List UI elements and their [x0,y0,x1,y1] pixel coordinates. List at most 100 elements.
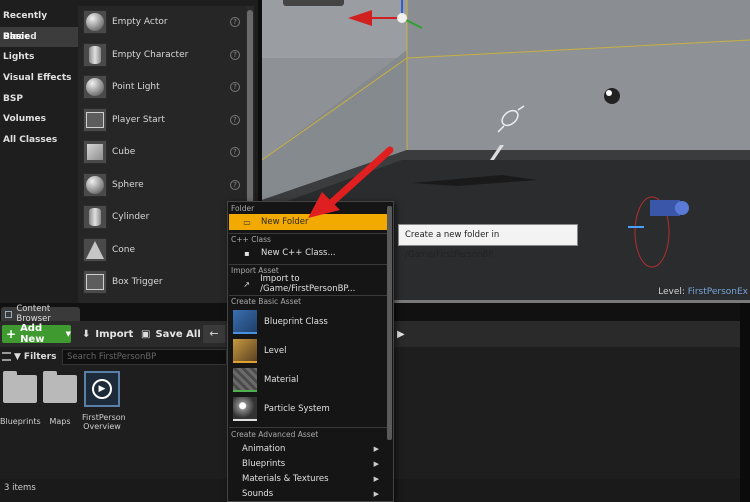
actor-item[interactable]: Player Start? [78,104,246,137]
asset-tile[interactable]: ▶ FirstPerson Overview [82,371,126,431]
actor-thumbnail [83,205,107,230]
help-icon[interactable]: ? [230,82,240,93]
actor-thumbnail [83,42,107,67]
category-all-classes[interactable]: All Classes [0,130,78,151]
back-arrow-icon[interactable]: ← [203,325,225,343]
content-browser-icon [5,310,13,318]
right-edge [740,303,750,502]
actor-label: Cone [112,244,136,255]
viewport-level-indicator: Level: FirstPersonEx [658,287,748,297]
actor-item[interactable]: Point Light? [78,71,246,104]
import-icon: ⬇ [82,328,91,340]
category-list: Recently PlacedBasicLightsVisual Effects… [0,6,78,151]
actor-item[interactable]: Cone? [78,234,246,267]
import-icon: ↗ [243,279,250,289]
actor-thumbnail [83,10,107,35]
sphere-icon [86,175,104,194]
help-icon[interactable]: ? [230,147,240,158]
menu-item-label: Import to /Game/FirstPersonBP... [260,274,356,294]
category-lights[interactable]: Lights [0,47,78,68]
material-icon [233,368,257,392]
actor-thumbnail [83,75,107,100]
menu-item-particle-system[interactable]: Particle System [229,395,387,423]
folder-icon [43,371,77,403]
section-folder: Folder [231,204,255,213]
actor-item[interactable]: Empty Actor? [78,6,246,39]
menu-item-level[interactable]: Level [229,337,387,365]
add-new-label: Add New [20,323,45,345]
menu-item-label: New C++ Class... [261,248,336,258]
menu-item-sounds[interactable]: Sounds ▶ [229,486,387,501]
scrollbar-thumb[interactable] [247,10,253,210]
help-icon[interactable]: ? [230,49,240,60]
actor-label: Cylinder [112,212,150,223]
search-input[interactable]: Search FirstPersonBP [62,349,227,365]
actor-thumbnail [83,237,107,262]
cone-icon [86,240,104,259]
chevron-down-icon: ▼ [65,330,71,338]
chevron-right-icon: ▶ [373,444,379,453]
asset-tile[interactable]: Maps [40,371,80,426]
asset-label: FirstPerson Overview [82,413,126,431]
breadcrumb-arrow-icon[interactable]: ▶ [397,325,405,343]
actor-list: Empty Actor? Empty Character? Point Light?… [78,6,246,303]
actor-item[interactable]: Empty Character? [78,39,246,72]
actor-item[interactable]: Box Trigger? [78,266,246,299]
category-visual-effects[interactable]: Visual Effects [0,68,78,89]
category-bsp[interactable]: BSP [0,89,78,110]
level-label: Level: [658,287,685,297]
actor-item[interactable]: Cylinder? [78,201,246,234]
menu-item-label: Blueprint Class [264,317,328,327]
menu-item-new-cpp-class[interactable]: ▪ New C++ Class... [229,245,387,261]
menu-item-label: Material [264,375,299,385]
sources-toggle-icon[interactable] [2,352,11,361]
new-folder-tooltip: Create a new folder in /Game/FirstPerson… [398,224,578,260]
asset-tile[interactable]: Blueprints [0,371,41,426]
menu-item-label: Particle System [264,404,330,414]
filters-button[interactable]: ▼ Filters [14,350,56,364]
actor-thumbnail [83,140,107,165]
section-cpp-class: C++ Class [231,235,271,244]
import-button[interactable]: ⬇ Import [82,325,133,343]
divider [229,264,387,265]
actor-label: Player Start [112,114,165,125]
save-all-label: Save All [155,328,201,340]
category-basic[interactable]: Basic [0,26,78,48]
category-volumes[interactable]: Volumes [0,109,78,130]
menu-item-material[interactable]: Material [229,366,387,394]
help-icon[interactable]: ? [230,179,240,190]
menu-item-label: Level [264,346,287,356]
actor-thumbnail [83,107,107,132]
menu-item-label: Blueprints [242,458,286,469]
chevron-right-icon: ▶ [373,474,379,483]
actor-label: Sphere [112,179,144,190]
save-all-button[interactable]: ▣ Save All [141,325,201,343]
content-browser-tab[interactable]: Content Browser [1,304,80,324]
menu-item-blueprint-class[interactable]: Blueprint Class [229,308,387,336]
blueprint-thumbnail: ▶ [84,371,120,407]
actor-item[interactable]: Sphere? [78,169,246,202]
annotation-arrow-icon [308,146,394,218]
menu-item-label: Animation [242,443,286,454]
actor-label: Empty Character [112,49,189,60]
viewport-options-button[interactable] [283,0,344,6]
level-icon [233,339,257,363]
import-label: Import [95,328,134,340]
chevron-right-icon: ▶ [373,489,379,498]
asset-label: Blueprints [0,417,41,426]
save-icon: ▣ [141,328,151,340]
actor-item[interactable]: Cube? [78,136,246,169]
help-icon[interactable]: ? [230,17,240,28]
menu-scrollbar[interactable] [387,206,392,440]
section-create-basic-asset: Create Basic Asset [231,297,302,306]
help-icon[interactable]: ? [230,114,240,125]
menu-item-import[interactable]: ↗ Import to /Game/FirstPersonBP... [229,274,387,294]
actor-label: Point Light [112,82,160,93]
menu-item-materials-textures[interactable]: Materials & Textures ▶ [229,471,387,486]
actor-thumbnail [83,270,107,295]
category-recently-placed[interactable]: Recently Placed [0,6,78,42]
menu-item-blueprints[interactable]: Blueprints ▶ [229,456,387,471]
menu-item-animation[interactable]: Animation ▶ [229,441,387,456]
add-new-button[interactable]: + Add New ▼ [2,323,71,345]
chevron-right-icon: ▶ [373,459,379,468]
